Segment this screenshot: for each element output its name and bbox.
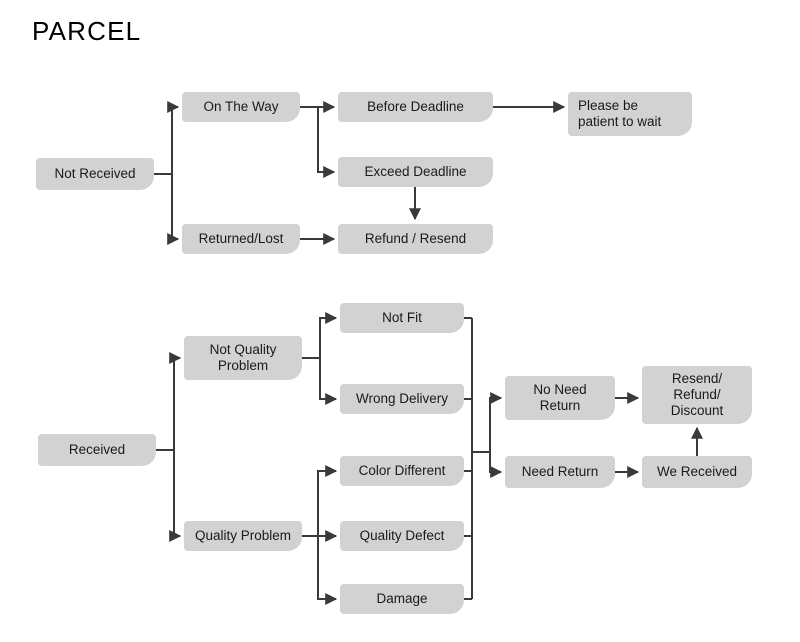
node-before-deadline[interactable]: Before Deadline	[338, 92, 493, 122]
edge-quality-problem-to-color-different	[317, 465, 338, 536]
node-no-need-return[interactable]: No Need Return	[505, 376, 615, 420]
node-we-received[interactable]: We Received	[642, 456, 752, 488]
node-not-received[interactable]: Not Received	[36, 158, 154, 190]
edge-not-received-to-on-the-way	[167, 101, 180, 174]
edge-bus-to-no-need-return	[489, 392, 503, 452]
node-quality-problem[interactable]: Quality Problem	[184, 521, 302, 551]
node-damage[interactable]: Damage	[340, 584, 464, 614]
node-on-the-way[interactable]: On The Way	[182, 92, 300, 122]
edge-on-the-way-to-exceed-deadline	[317, 107, 336, 178]
node-wrong-delivery[interactable]: Wrong Delivery	[340, 384, 464, 414]
edge-received-to-not-quality	[169, 352, 182, 450]
edge-received-to-quality-problem	[169, 450, 182, 542]
flowchart-canvas: PARCEL Not Received On The Way Returned/…	[0, 0, 800, 642]
edge-not-received-to-returned	[167, 174, 180, 245]
node-returned-lost[interactable]: Returned/Lost	[182, 224, 300, 254]
node-please-be-patient[interactable]: Please be patient to wait	[568, 92, 692, 136]
node-quality-defect[interactable]: Quality Defect	[340, 521, 464, 551]
edge-quality-problem-to-damage	[317, 536, 338, 605]
node-color-different[interactable]: Color Different	[340, 456, 464, 486]
node-not-fit[interactable]: Not Fit	[340, 303, 464, 333]
edge-bus-to-need-return	[489, 452, 503, 478]
node-need-return[interactable]: Need Return	[505, 456, 615, 488]
node-refund-resend[interactable]: Refund / Resend	[338, 224, 493, 254]
node-not-quality[interactable]: Not Quality Problem	[184, 336, 302, 380]
edge-not-quality-to-wrong-delivery	[319, 358, 338, 405]
page-title: PARCEL	[32, 16, 142, 46]
edge-not-quality-to-not-fit	[319, 312, 338, 358]
node-resend-refund-discount[interactable]: Resend/ Refund/ Discount	[642, 366, 752, 424]
node-received[interactable]: Received	[38, 434, 156, 466]
node-exceed-deadline[interactable]: Exceed Deadline	[338, 157, 493, 187]
